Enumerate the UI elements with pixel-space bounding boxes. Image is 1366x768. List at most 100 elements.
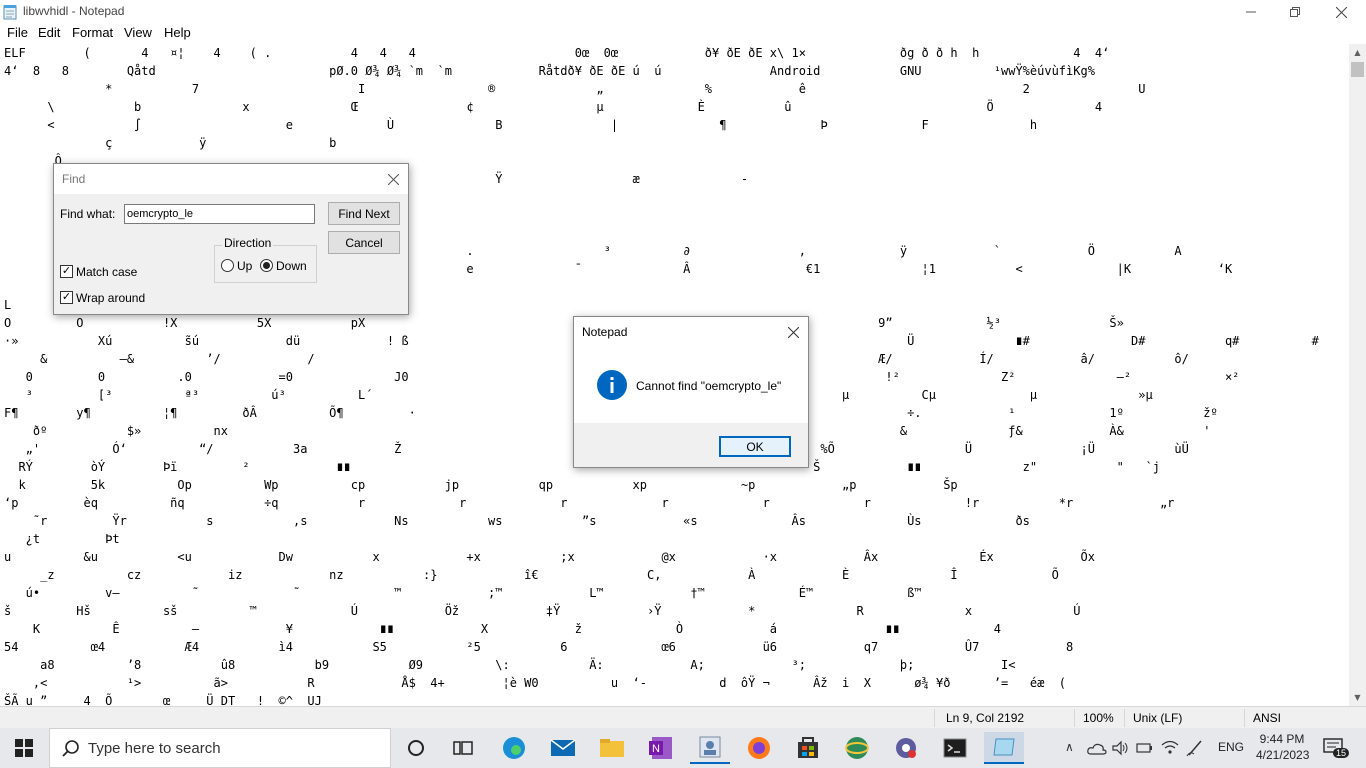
volume-icon[interactable]	[1112, 740, 1130, 756]
search-icon	[62, 740, 79, 757]
wrap-around-checkbox[interactable]: ✓	[60, 291, 73, 304]
find-dialog-title: Find	[62, 172, 86, 186]
cancel-button[interactable]: Cancel	[328, 231, 400, 254]
search-placeholder: Type here to search	[88, 740, 221, 757]
cortana-icon	[408, 740, 424, 756]
terminal-button[interactable]	[935, 732, 975, 764]
notepad-icon	[3, 5, 17, 20]
ok-button[interactable]: OK	[719, 436, 791, 457]
battery-plug-icon[interactable]	[1136, 740, 1154, 756]
alert-title: Notepad	[582, 325, 628, 339]
globe-app-button[interactable]	[837, 732, 877, 764]
windows-logo-icon	[15, 739, 33, 757]
mail-button[interactable]	[543, 732, 583, 764]
wrap-around-label: Wrap around	[76, 291, 146, 305]
find-dialog-titlebar: Find	[54, 164, 408, 194]
line-ending: Unix (LF)	[1133, 711, 1183, 725]
firefox-icon	[748, 737, 770, 759]
cursor-position: Ln 9, Col 2192	[946, 711, 1025, 725]
alert-close-button[interactable]	[784, 323, 802, 341]
status-bar: Ln 9, Col 2192 100% Unix (LF) ANSI	[0, 706, 1366, 729]
taskbar-search-box[interactable]: Type here to search	[49, 728, 391, 768]
start-button[interactable]	[4, 732, 44, 764]
close-icon	[787, 326, 799, 338]
status-divider	[1124, 709, 1125, 727]
notification-button[interactable]: 15	[1323, 738, 1350, 760]
store-button[interactable]	[788, 732, 828, 764]
direction-up-radio[interactable]	[221, 259, 234, 272]
info-icon	[597, 370, 627, 400]
file-explorer-button[interactable]	[592, 732, 632, 764]
restore-icon	[1290, 7, 1300, 17]
show-hidden-icons-icon[interactable]: ∧	[1065, 740, 1074, 754]
language-indicator[interactable]: ENG	[1218, 740, 1244, 754]
contacts-button[interactable]	[690, 732, 730, 764]
notification-badge: 15	[1333, 748, 1350, 758]
notepad-taskbar-button[interactable]	[984, 732, 1024, 764]
vertical-scrollbar[interactable]: ▲ ▼	[1349, 44, 1366, 706]
clock-date: 4/21/2023	[1256, 748, 1310, 762]
find-what-input[interactable]	[124, 204, 315, 224]
scroll-down-icon[interactable]: ▼	[1349, 689, 1366, 706]
alert-message: Cannot find "oemcrypto_le"	[636, 379, 782, 393]
edge-button[interactable]	[494, 732, 534, 764]
menu-view[interactable]: View	[124, 25, 152, 40]
window-title: libwvhidl - Notepad	[23, 4, 125, 18]
notepad-icon	[993, 738, 1015, 756]
task-view-icon	[453, 741, 473, 755]
task-view-button[interactable]	[443, 732, 483, 764]
match-case-checkbox[interactable]: ✓	[60, 265, 73, 278]
settings-app-button[interactable]	[886, 732, 926, 764]
find-what-label: Find what:	[60, 207, 116, 221]
find-next-button[interactable]: Find Next	[328, 202, 400, 225]
minimize-button[interactable]	[1228, 0, 1274, 24]
cortana-button[interactable]	[396, 732, 436, 764]
wifi-icon[interactable]	[1160, 739, 1180, 755]
svg-text:N: N	[652, 743, 660, 755]
close-icon	[1335, 6, 1347, 18]
clock[interactable]: 9:44 PM 4/21/2023	[1256, 731, 1310, 763]
menu-bar: File Edit Format View Help	[0, 24, 1366, 44]
zoom-level: 100%	[1083, 711, 1114, 725]
scrollbar-thumb[interactable]	[1351, 62, 1364, 77]
mail-icon	[550, 739, 576, 756]
match-case-label: Match case	[76, 265, 138, 279]
alert-body: Cannot find "oemcrypto_le"	[574, 347, 808, 423]
scroll-up-icon[interactable]: ▲	[1349, 44, 1366, 61]
direction-down-radio[interactable]	[260, 259, 273, 272]
radio-selected-dot	[263, 262, 270, 269]
status-divider	[934, 709, 935, 727]
taskbar: Type here to search N ∧ ENG 9:44 PM 4/21…	[0, 728, 1366, 768]
edge-icon	[503, 737, 525, 759]
status-divider	[1244, 709, 1245, 727]
title-bar: libwvhidl - Notepad	[0, 0, 1366, 24]
menu-help[interactable]: Help	[164, 25, 191, 40]
encoding: ANSI	[1253, 711, 1282, 725]
alert-titlebar: Notepad	[574, 317, 808, 347]
terminal-icon	[943, 738, 967, 758]
menu-format[interactable]: Format	[72, 25, 113, 40]
close-icon	[387, 173, 399, 185]
direction-label: Direction	[222, 236, 274, 250]
find-close-button[interactable]	[384, 170, 402, 188]
minimize-icon	[1246, 11, 1256, 13]
contacts-icon	[699, 736, 721, 758]
firefox-button[interactable]	[739, 732, 779, 764]
onedrive-icon[interactable]	[1087, 741, 1107, 755]
menu-edit[interactable]: Edit	[38, 25, 60, 40]
onenote-icon: N	[649, 737, 672, 759]
clock-time: 9:44 PM	[1259, 732, 1305, 746]
onenote-button[interactable]: N	[641, 732, 681, 764]
direction-down-label: Down	[276, 259, 307, 273]
find-dialog: Find Find what: Find Next Cancel Directi…	[53, 163, 409, 315]
status-divider	[1074, 709, 1075, 727]
store-icon	[798, 737, 818, 758]
restore-button[interactable]	[1272, 0, 1318, 24]
globe-app-icon	[845, 737, 869, 759]
menu-file[interactable]: File	[7, 25, 28, 40]
alert-dialog: Notepad Cannot find "oemcrypto_le" OK	[573, 316, 809, 468]
direction-up-label: Up	[237, 259, 253, 273]
close-button[interactable]	[1318, 0, 1364, 24]
file-explorer-icon	[600, 739, 624, 757]
pen-icon[interactable]	[1186, 739, 1204, 757]
